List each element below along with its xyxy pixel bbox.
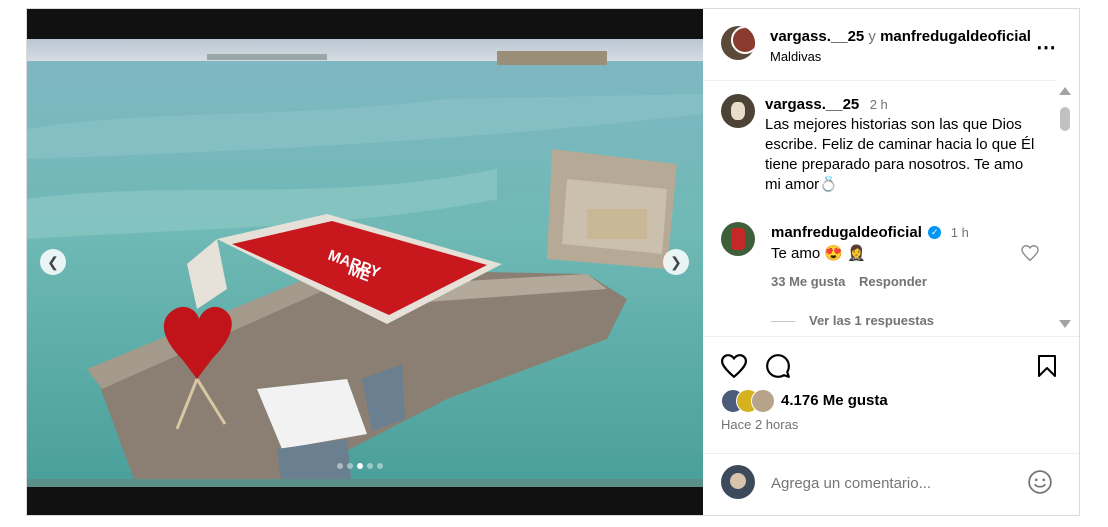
verified-badge-icon: ✓: [928, 226, 942, 240]
bookmark-icon: [1038, 355, 1056, 377]
more-options-button[interactable]: ⋯: [1036, 35, 1057, 60]
avatar: [721, 465, 755, 499]
header-username-1[interactable]: vargass.__25: [770, 28, 864, 45]
next-slide-button[interactable]: ❯: [663, 249, 689, 275]
carousel-dot: [347, 463, 353, 469]
emoji-button[interactable]: [1027, 469, 1053, 500]
caption-text: Las mejores historias son las que Dios e…: [765, 116, 1035, 193]
avatar[interactable]: [721, 94, 755, 128]
prev-slide-button[interactable]: ❮: [40, 249, 66, 275]
comment-likes-count[interactable]: 33 Me gusta: [771, 274, 845, 289]
carousel-dot: [377, 463, 383, 469]
view-replies-button[interactable]: Ver las 1 respuestas: [771, 313, 934, 328]
post-time-ago[interactable]: Hace 2 horas: [721, 417, 798, 432]
likes-count[interactable]: 4.176 Me gusta: [781, 392, 888, 409]
post-header: vargass.__25 y manfredugaldeoficial Mald…: [703, 9, 1057, 81]
divider: [703, 453, 1079, 454]
scrollbar-thumb[interactable]: [1060, 107, 1070, 131]
avatar[interactable]: [721, 222, 755, 256]
scroll-up-icon[interactable]: [1059, 87, 1071, 95]
like-button[interactable]: [720, 354, 748, 383]
comment-text: Te amo 😍 🤵‍♀️: [771, 245, 866, 262]
caption-username[interactable]: vargass.__25: [765, 96, 859, 113]
comment-input[interactable]: [769, 471, 1013, 495]
header-connector: y: [868, 28, 876, 45]
avatar[interactable]: [721, 26, 755, 60]
carousel-dot-active: [357, 463, 363, 469]
scroll-down-icon[interactable]: [1059, 320, 1071, 328]
chevron-right-icon: ❯: [670, 253, 682, 270]
chevron-left-icon: ❮: [47, 253, 59, 270]
divider: [703, 336, 1079, 337]
view-replies-label[interactable]: Ver las 1 respuestas: [809, 313, 934, 328]
carousel-dot: [367, 463, 373, 469]
post-side-panel: vargass.__25 y manfredugaldeoficial Mald…: [703, 9, 1079, 515]
carousel-indicator: [337, 463, 383, 469]
comment-username[interactable]: manfredugaldeoficial: [771, 224, 922, 241]
emoji-smiley-icon: [1028, 470, 1052, 494]
heart-outline-icon: [1021, 244, 1039, 262]
heart-icon: [720, 354, 748, 379]
comment-button[interactable]: [765, 353, 791, 384]
liked-by-avatars[interactable]: [721, 389, 781, 413]
reply-button[interactable]: Responder: [859, 274, 927, 289]
post-media[interactable]: MARRY ME ❮ ❯: [27, 9, 703, 515]
resort-photo: MARRY ME: [27, 39, 703, 487]
post-location[interactable]: Maldivas: [770, 49, 821, 64]
header-username-2[interactable]: manfredugaldeoficial: [880, 28, 1031, 45]
replies-divider: [771, 321, 795, 323]
more-horizontal-icon: ⋯: [1036, 37, 1057, 59]
comments-scrollbar[interactable]: [1059, 87, 1071, 332]
save-button[interactable]: [1037, 354, 1057, 383]
carousel-dot: [337, 463, 343, 469]
comment-timestamp[interactable]: 1 h: [951, 225, 969, 240]
comment-like-button[interactable]: [1021, 244, 1039, 266]
post-card: MARRY ME ❮ ❯ vargass.__25 y manfredugald…: [26, 8, 1080, 516]
comment-bubble-icon: [766, 354, 790, 378]
avatar: [751, 389, 775, 413]
caption-timestamp[interactable]: 2 h: [870, 97, 888, 112]
